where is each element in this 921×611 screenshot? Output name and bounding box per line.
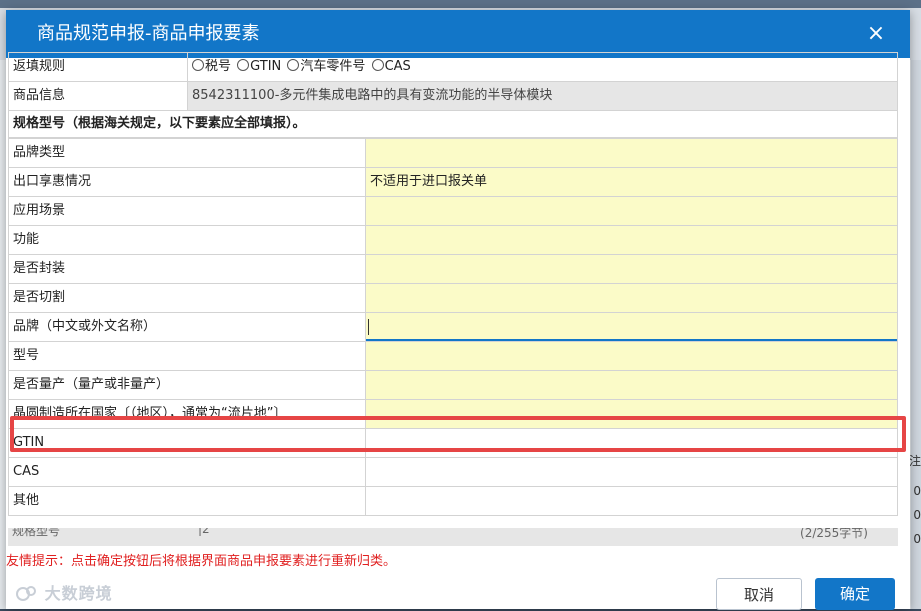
watermark: 大数跨境: [16, 580, 113, 604]
element-label: GTIN: [8, 428, 366, 458]
background-text: 0: [913, 532, 921, 546]
elements-table: 返填规则 税号 GTIN 汽车零件号 CAS 商品信息 8542311100-多…: [8, 52, 898, 138]
radio-label: 税号: [205, 59, 232, 74]
element-row: 品牌（中文或外文名称）: [8, 312, 898, 342]
element-value-input[interactable]: [365, 254, 898, 284]
element-value-input[interactable]: [365, 486, 898, 516]
element-value-input[interactable]: [365, 399, 898, 429]
spec-counter: (2/255字节): [800, 528, 868, 540]
product-info-value: 8542311100-多元件集成电路中的具有变流功能的半导体模块: [187, 81, 898, 111]
element-row: 应用场景: [8, 196, 898, 226]
element-value-input[interactable]: [365, 370, 898, 400]
section-row: 规格型号（根据海关规定，以下要素应全部填报）。: [8, 110, 898, 138]
element-value-input[interactable]: [365, 312, 898, 342]
element-value-input[interactable]: 不适用于进口报关单: [365, 167, 898, 197]
watermark-text: 大数跨境: [44, 584, 113, 603]
element-row: 是否量产（量产或非量产）: [8, 370, 898, 400]
element-row: 型号: [8, 341, 898, 371]
element-value-input[interactable]: [365, 225, 898, 255]
element-label: 应用场景: [8, 196, 366, 226]
element-value-input[interactable]: [365, 196, 898, 226]
elements-table-area: 返填规则 税号 GTIN 汽车零件号 CAS 商品信息 8542311100-多…: [8, 52, 898, 530]
element-label: 品牌类型: [8, 138, 366, 168]
radio-gtin[interactable]: [237, 59, 250, 71]
background-text: 注: [908, 454, 921, 468]
background-right-strip: [911, 60, 921, 609]
radio-label: GTIN: [250, 59, 282, 74]
element-label: 其他: [8, 486, 366, 516]
focus-underline: [366, 339, 897, 341]
background-text: 0: [913, 508, 921, 522]
element-label: 是否切割: [8, 283, 366, 313]
element-label: 型号: [8, 341, 366, 371]
element-value-input[interactable]: [365, 457, 898, 487]
product-info-label: 商品信息: [8, 81, 188, 111]
element-row: 是否封装: [8, 254, 898, 284]
dialog-header: 商品规范申报-商品申报要素 ×: [6, 10, 910, 58]
rules-row: 返填规则 税号 GTIN 汽车零件号 CAS: [8, 52, 898, 82]
element-value-input[interactable]: [365, 138, 898, 168]
watermark-logo-icon: [16, 586, 36, 601]
element-row: CAS: [8, 457, 898, 487]
radio-label: CAS: [384, 59, 411, 74]
radio-auto-part-number[interactable]: [287, 59, 300, 71]
element-value-input[interactable]: [365, 283, 898, 313]
spec-value: |2: [198, 528, 210, 536]
dialog-title: 商品规范申报-商品申报要素: [37, 23, 260, 44]
text-caret: [368, 319, 369, 335]
element-value-input[interactable]: [365, 428, 898, 458]
element-row: 品牌类型: [8, 138, 898, 168]
element-value-input[interactable]: [365, 341, 898, 371]
element-row: 是否切割: [8, 283, 898, 313]
background-text: 0: [913, 484, 921, 498]
tip-text: 友情提示：点击确定按钮后将根据界面商品申报要素进行重新归类。: [6, 554, 397, 569]
radio-label: 汽车零件号: [300, 59, 366, 74]
element-label: 是否封装: [8, 254, 366, 284]
element-label: 品牌（中文或外文名称）: [8, 312, 366, 342]
rules-options: 税号 GTIN 汽车零件号 CAS: [187, 52, 898, 82]
element-label: CAS: [8, 457, 366, 487]
element-row: GTIN: [8, 428, 898, 458]
spec-row: 规格型号 |2 (2/255字节): [8, 528, 898, 546]
element-row: 其他: [8, 486, 898, 516]
confirm-button[interactable]: 确定: [815, 578, 895, 610]
element-row: 出口享惠情况 不适用于进口报关单: [8, 167, 898, 197]
rules-label: 返填规则: [8, 52, 188, 82]
close-icon[interactable]: ×: [864, 22, 888, 46]
section-title: 规格型号（根据海关规定，以下要素应全部填报）。: [8, 110, 898, 138]
element-row: 晶圆制造所在国家〔（地区），通常为“流片地”〕: [8, 399, 898, 429]
element-label: 是否量产（量产或非量产）: [8, 370, 366, 400]
product-info-row: 商品信息 8542311100-多元件集成电路中的具有变流功能的半导体模块: [8, 81, 898, 111]
elements-list: 品牌类型 出口享惠情况 不适用于进口报关单 应用场景 功能 是否封装 是否切割 品牌（中文或外…: [8, 138, 898, 516]
element-label: 功能: [8, 225, 366, 255]
cancel-button[interactable]: 取消: [716, 578, 802, 610]
radio-cas[interactable]: [371, 59, 384, 71]
spec-label: 规格型号: [12, 528, 61, 538]
radio-tax-number[interactable]: [192, 59, 204, 71]
element-label: 出口享惠情况: [8, 167, 366, 197]
element-row: 功能: [8, 225, 898, 255]
element-label: 晶圆制造所在国家〔（地区），通常为“流片地”〕: [8, 399, 366, 429]
